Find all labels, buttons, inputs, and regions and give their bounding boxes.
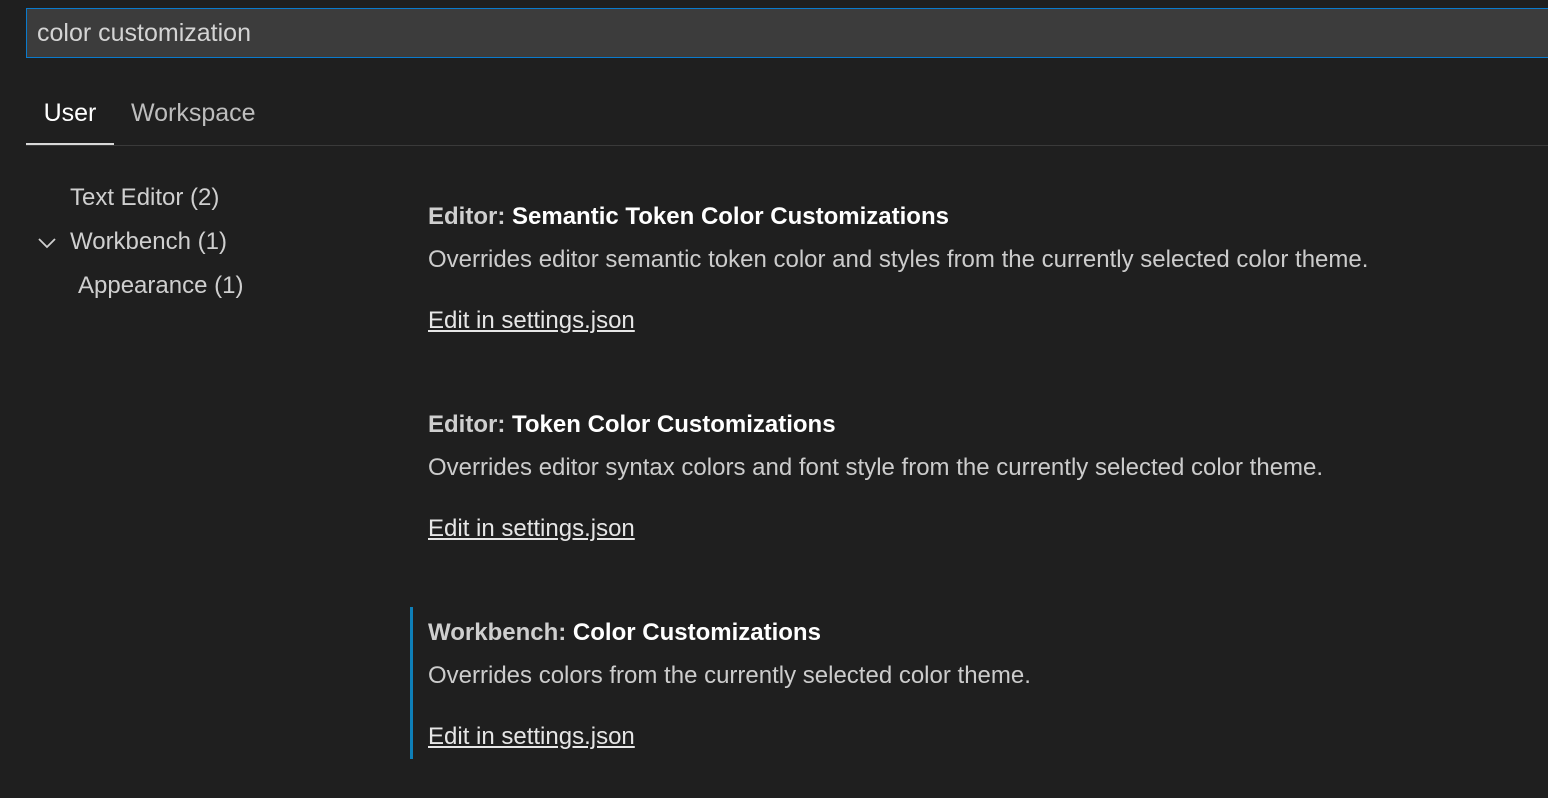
tab-workspace[interactable]: Workspace bbox=[131, 82, 256, 144]
settings-search-box[interactable] bbox=[26, 8, 1548, 58]
setting-name: Color Customizations bbox=[572, 619, 821, 646]
settings-search-input[interactable] bbox=[37, 9, 1537, 57]
toc-item-text-editor[interactable]: Text Editor (2) bbox=[70, 184, 219, 212]
setting-category: Workbench: bbox=[428, 619, 573, 646]
edit-in-settings-json-link[interactable]: Edit in settings.json bbox=[428, 723, 635, 751]
setting-name: Semantic Token Color Customizations bbox=[512, 203, 949, 230]
setting-title: Workbench: Color Customizations bbox=[428, 619, 821, 647]
toc-item-appearance[interactable]: Appearance (1) bbox=[78, 272, 243, 300]
setting-description: Overrides editor syntax colors and font … bbox=[428, 454, 1324, 481]
setting-workbench-color-customizations: Workbench: Color Customizations Override… bbox=[410, 607, 1540, 774]
settings-scope-tabs: User Workspace bbox=[26, 82, 1548, 146]
setting-description: Overrides colors from the currently sele… bbox=[428, 662, 1031, 689]
edit-in-settings-json-link[interactable]: Edit in settings.json bbox=[428, 515, 635, 543]
tab-user[interactable]: User bbox=[26, 82, 114, 145]
setting-category: Editor: bbox=[428, 203, 512, 230]
setting-category: Editor: bbox=[428, 411, 512, 438]
setting-token-color-customizations: Editor: Token Color Customizations Overr… bbox=[410, 411, 1540, 566]
chevron-down-icon[interactable] bbox=[36, 232, 58, 254]
setting-semantic-token-color-customizations: Editor: Semantic Token Color Customizati… bbox=[410, 203, 1540, 358]
setting-title: Editor: Token Color Customizations bbox=[428, 411, 836, 439]
focus-indicator bbox=[410, 607, 413, 759]
edit-in-settings-json-link[interactable]: Edit in settings.json bbox=[428, 307, 635, 335]
toc-item-workbench[interactable]: Workbench (1) bbox=[70, 228, 227, 256]
setting-title: Editor: Semantic Token Color Customizati… bbox=[428, 203, 949, 231]
setting-description: Overrides editor semantic token color an… bbox=[428, 246, 1369, 273]
setting-name: Token Color Customizations bbox=[512, 411, 836, 438]
